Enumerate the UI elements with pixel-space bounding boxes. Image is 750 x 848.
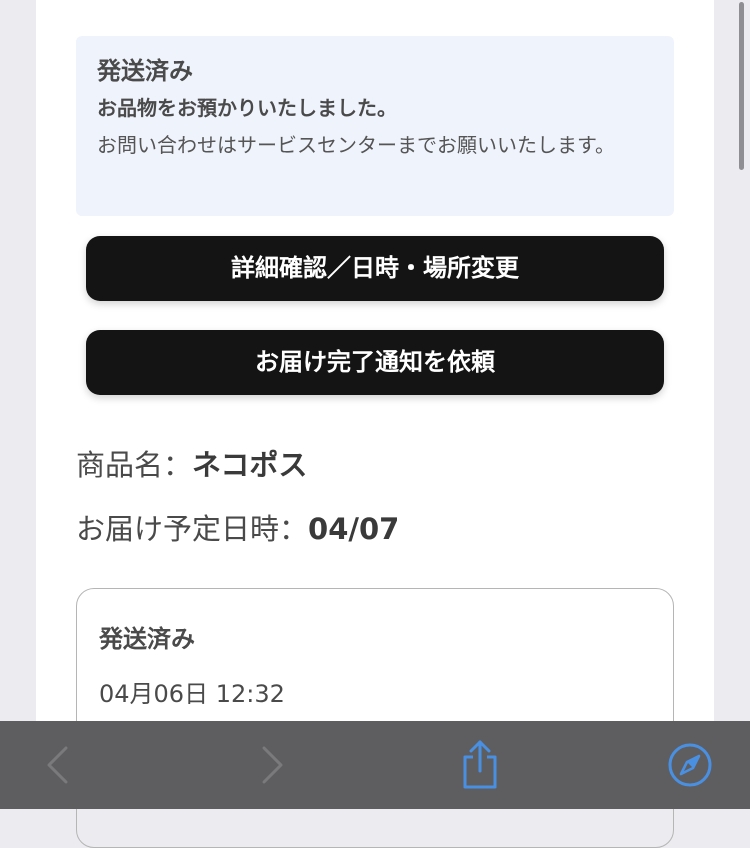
history-status: 発送済み [99,625,195,653]
browser-toolbar [0,721,750,809]
status-box: 発送済み お品物をお預かりいたしました。 お問い合わせはサービスセンターまでお願… [76,36,674,216]
share-icon [463,740,497,789]
product-name-value: ネコポス [192,448,308,482]
status-note: お問い合わせはサービスセンターまでお願いいたします。 [97,133,615,157]
chevron-left-icon [47,746,68,784]
history-datetime: 04月06日 12:32 [99,680,285,708]
status-title: 発送済み [97,57,193,85]
forward-button[interactable] [250,721,294,809]
back-button[interactable] [36,721,80,809]
scrollbar[interactable] [739,2,744,170]
safari-button[interactable] [664,721,716,809]
product-name-row: 商品名：ネコポス [76,442,307,484]
delivery-notification-button[interactable]: お届け完了通知を依頼 [86,330,664,395]
compass-icon [668,743,712,787]
details-change-button[interactable]: 詳細確認／日時・場所変更 [86,236,664,301]
chevron-right-icon [262,746,283,784]
delivery-date-value: 04/07 [308,512,400,546]
tracking-history-card: 発送済み 04月06日 12:32 [76,588,674,848]
status-subtitle: お品物をお預かりいたしました。 [97,96,397,120]
content-card: 発送済み お品物をお預かりいたしました。 お問い合わせはサービスセンターまでお願… [36,0,714,848]
delivery-date-label: お届け予定日時： [76,512,309,546]
delivery-date-row: お届け予定日時：04/07 [76,506,399,548]
share-button[interactable] [455,721,505,809]
product-name-label: 商品名： [76,448,193,482]
